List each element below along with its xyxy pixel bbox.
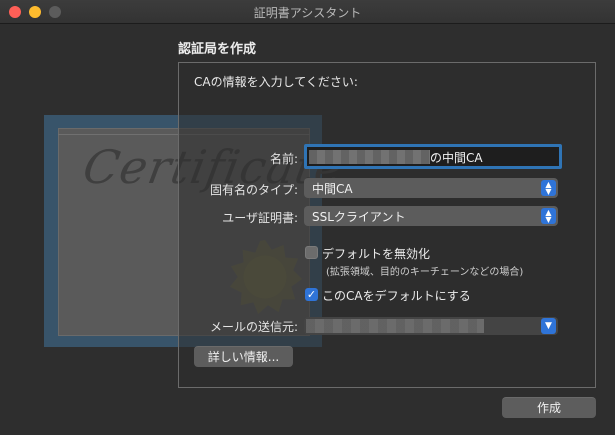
name-field[interactable]: の中間CA (304, 144, 562, 169)
chevron-updown-icon: ▲ ▼ (541, 208, 556, 224)
disable-defaults-checkbox[interactable] (305, 246, 318, 259)
chevron-down-icon[interactable]: ▼ (541, 318, 556, 334)
instruction-text: CAの情報を入力してください: (194, 75, 358, 89)
chevron-updown-icon: ▲ ▼ (541, 180, 556, 196)
user-certificate-label: ユーザ証明書: (222, 211, 298, 225)
email-from-label: メールの送信元: (209, 320, 298, 334)
email-from-combobox[interactable]: ▼ (304, 317, 558, 335)
disable-defaults-label: デフォルトを無効化 (322, 247, 431, 261)
more-details-button[interactable]: 詳しい情報... (194, 346, 293, 367)
redacted-text (309, 150, 430, 164)
redacted-text (306, 319, 484, 333)
name-label: 名前: (269, 152, 298, 166)
identity-type-label: 固有名のタイプ: (209, 183, 298, 197)
certificate-assistant-window: 証明書アシスタント Certificate 認証局を作成 CAの情報を入力してく… (0, 0, 615, 435)
identity-type-popup[interactable]: 中間CA ▲ ▼ (304, 178, 558, 198)
identity-type-value: 中間CA (312, 182, 353, 196)
name-value: の中間CA (430, 151, 483, 165)
create-button[interactable]: 作成 (502, 397, 596, 418)
page-heading: 認証局を作成 (178, 42, 257, 57)
user-certificate-value: SSLクライアント (312, 210, 406, 224)
make-default-label: このCAをデフォルトにする (322, 289, 471, 303)
checkmark-icon: ✓ (306, 288, 317, 301)
title-bar: 証明書アシスタント (0, 0, 615, 24)
window-title: 証明書アシスタント (253, 6, 362, 20)
disable-defaults-note: (拡張領域、目的のキーチェーンなどの場合) (326, 267, 524, 278)
make-default-checkbox[interactable]: ✓ (305, 288, 318, 301)
user-certificate-popup[interactable]: SSLクライアント ▲ ▼ (304, 206, 558, 226)
